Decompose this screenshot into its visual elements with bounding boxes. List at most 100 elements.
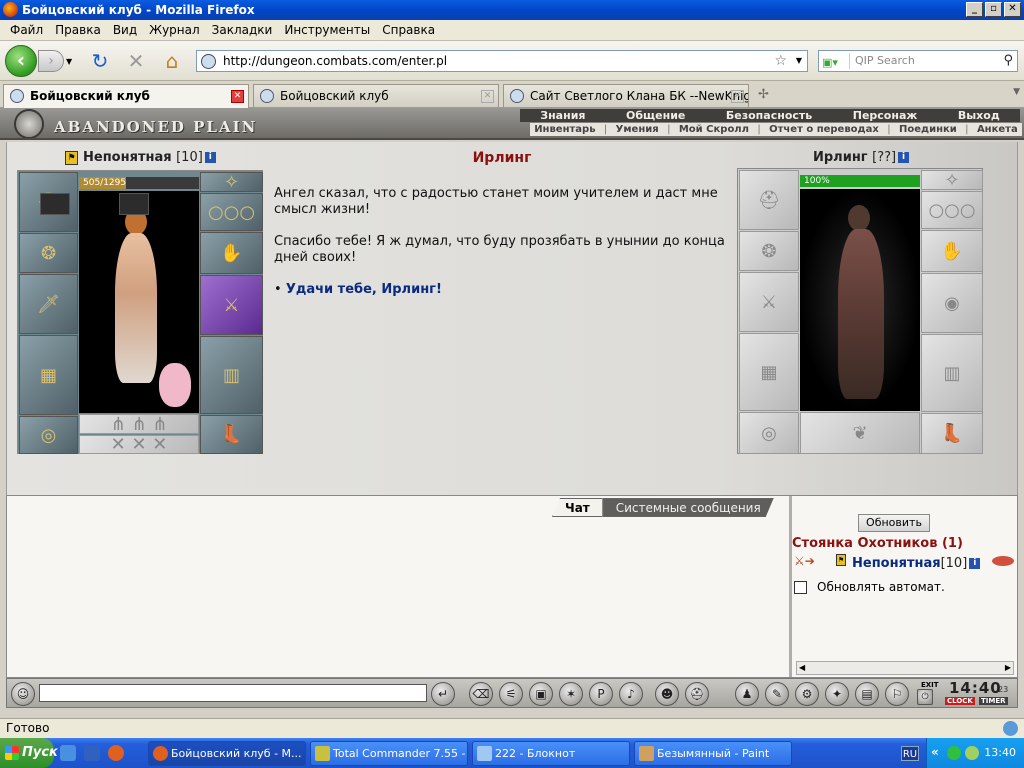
nav-exit[interactable]: Выход	[958, 109, 1000, 122]
abilities-icon[interactable]: ✦	[825, 682, 849, 706]
nav-my-scroll[interactable]: Мой Скролл	[679, 124, 749, 135]
menu-view[interactable]: Вид	[107, 23, 143, 37]
slot-armor[interactable]: ▦	[19, 335, 78, 415]
slot-scrolls[interactable]: ✕ ✕ ✕	[79, 434, 199, 455]
slot-runes[interactable]: ⋔ ⋔ ⋔	[79, 414, 199, 435]
slot-amulet[interactable]: ✧	[200, 172, 263, 193]
bookmark-star-icon[interactable]: ☆	[774, 51, 787, 71]
menu-help[interactable]: Справка	[376, 23, 441, 37]
maximize-button[interactable]: ▫	[985, 2, 1002, 17]
fighter-icon[interactable]: ✶	[559, 682, 583, 706]
pet-icon[interactable]	[159, 363, 191, 407]
slot-bracers[interactable]: ❂	[19, 233, 78, 273]
clock-label[interactable]: CLOCK	[945, 697, 975, 705]
auto-refresh-checkbox[interactable]	[794, 580, 807, 594]
nav-profile[interactable]: Анкета	[977, 124, 1018, 135]
attack-icon[interactable]: ⚔➔	[794, 554, 815, 568]
scroll-left-icon[interactable]: ◀	[799, 662, 805, 674]
nav-duels[interactable]: Поединки	[899, 124, 957, 135]
status-icon[interactable]	[1003, 721, 1018, 736]
task-notepad[interactable]: 222 - Блокнот	[472, 741, 630, 766]
menu-tools[interactable]: Инструменты	[278, 23, 376, 37]
exit-icon[interactable]: ⏻	[917, 689, 933, 705]
forward-button[interactable]: ›	[38, 50, 64, 72]
tab-list-icon[interactable]: ▼	[1013, 87, 1020, 97]
tray-qip-icon[interactable]	[947, 746, 961, 760]
home-icon[interactable]: ⌂	[160, 49, 184, 73]
chat-input[interactable]	[39, 684, 427, 702]
start-button[interactable]: Пуск	[0, 738, 58, 768]
player-name[interactable]: Непонятная	[83, 150, 172, 165]
map-icon[interactable]: ✎	[765, 682, 789, 706]
online-user-name[interactable]: Непонятная	[852, 556, 941, 571]
tab-3[interactable]: Сайт Светлого Клана БК --NewKnight... ✕	[503, 84, 749, 107]
dialog-reply-link[interactable]: Удачи тебе, Ирлинг!	[286, 282, 442, 297]
nav-knowledge[interactable]: Знания	[540, 109, 585, 122]
reload-icon[interactable]: ↻	[88, 49, 112, 73]
slot-belt[interactable]: ◎	[19, 416, 78, 454]
nav-inventory[interactable]: Инвентарь	[534, 124, 595, 135]
volume-icon[interactable]: ♪	[619, 682, 643, 706]
menu-bookmarks[interactable]: Закладки	[206, 23, 279, 37]
clan-shield-icon[interactable]: ⚑	[65, 150, 78, 165]
task-paint[interactable]: Безымянный - Paint	[634, 741, 792, 766]
smiley-icon[interactable]: ☻	[655, 682, 679, 706]
quicklaunch-ie-icon[interactable]	[60, 745, 76, 761]
tray-network-icon[interactable]	[965, 746, 979, 760]
tab-2[interactable]: Бойцовский клуб ✕	[253, 84, 499, 107]
minimize-button[interactable]: _	[966, 2, 983, 17]
filter-icon[interactable]: ⚟	[499, 682, 523, 706]
settings-icon[interactable]: ⚙	[795, 682, 819, 706]
back-button[interactable]: ‹	[5, 45, 37, 77]
clan-shield-icon[interactable]: ⚑	[836, 554, 846, 566]
info-icon[interactable]: i	[898, 152, 910, 163]
tab-close-icon[interactable]: ✕	[731, 90, 744, 103]
tab-system-messages[interactable]: Системные сообщения	[603, 498, 774, 517]
search-box[interactable]: ▣▾ QIP Search ⚲	[818, 50, 1018, 72]
tab-1[interactable]: Бойцовский клуб ✕	[3, 84, 249, 108]
flag-icon[interactable]: ⚐	[885, 682, 909, 706]
refresh-button[interactable]: Обновить	[858, 514, 930, 532]
new-tab-icon[interactable]: ✢	[758, 87, 769, 102]
tab-close-icon[interactable]: ✕	[481, 90, 494, 103]
nav-skills[interactable]: Умения	[616, 124, 659, 135]
send-icon[interactable]: ↵	[431, 682, 455, 706]
tab-chat[interactable]: Чат	[552, 498, 603, 517]
stop-icon[interactable]: ✕	[124, 49, 148, 73]
slot-offhand[interactable]: ⚔	[200, 275, 263, 335]
scroll-right-icon[interactable]: ▶	[1005, 662, 1011, 674]
nav-communication[interactable]: Общение	[626, 109, 685, 122]
slot-effect-2[interactable]	[119, 193, 149, 215]
url-dropdown-icon[interactable]: ▼	[796, 51, 802, 71]
task-firefox[interactable]: Бойцовский клуб - М...	[148, 741, 306, 766]
private-icon[interactable]: P	[589, 682, 613, 706]
slot-gloves[interactable]: ✋	[200, 232, 263, 274]
quicklaunch-firefox-icon[interactable]	[108, 745, 124, 761]
slot-weapon[interactable]: 🗡	[19, 274, 78, 334]
slot-boots[interactable]: 👢	[200, 415, 263, 454]
slot-rings[interactable]: ○○○	[200, 193, 263, 231]
task-total-commander[interactable]: Total Commander 7.55 - ...	[310, 741, 468, 766]
url-bar[interactable]: http://dungeon.combats.com/enter.pl ☆ ▼	[196, 50, 808, 72]
close-window-button[interactable]: ✕	[1004, 2, 1021, 17]
online-horizontal-scrollbar[interactable]: ◀ ▶	[796, 661, 1014, 675]
language-indicator[interactable]: RU	[901, 746, 919, 761]
helmet-chat-icon[interactable]: ⛑	[685, 682, 709, 706]
clear-icon[interactable]: ⌫	[469, 682, 493, 706]
menu-file[interactable]: Файл	[4, 23, 49, 37]
inventory-icon[interactable]: ▤	[855, 682, 879, 706]
tray-clock[interactable]: 13:40	[984, 746, 1016, 759]
game-clock[interactable]: 14:40 23 CLOCK TIMER	[943, 679, 1013, 707]
info-icon[interactable]: i	[969, 558, 981, 569]
nav-character[interactable]: Персонаж	[853, 109, 918, 122]
search-icon[interactable]: ⚲	[1003, 51, 1013, 71]
character-icon[interactable]: ♟	[735, 682, 759, 706]
tray-expand-icon[interactable]: «	[931, 745, 939, 759]
save-icon[interactable]: ▣	[529, 682, 553, 706]
slot-legs[interactable]: ▥	[200, 336, 263, 414]
search-engine-icon[interactable]: ▣▾	[822, 53, 850, 69]
timer-label[interactable]: TIMER	[979, 697, 1008, 705]
quicklaunch-disk-icon[interactable]	[84, 745, 100, 761]
nav-security[interactable]: Безопасность	[726, 109, 812, 122]
menu-history[interactable]: Журнал	[143, 23, 206, 37]
